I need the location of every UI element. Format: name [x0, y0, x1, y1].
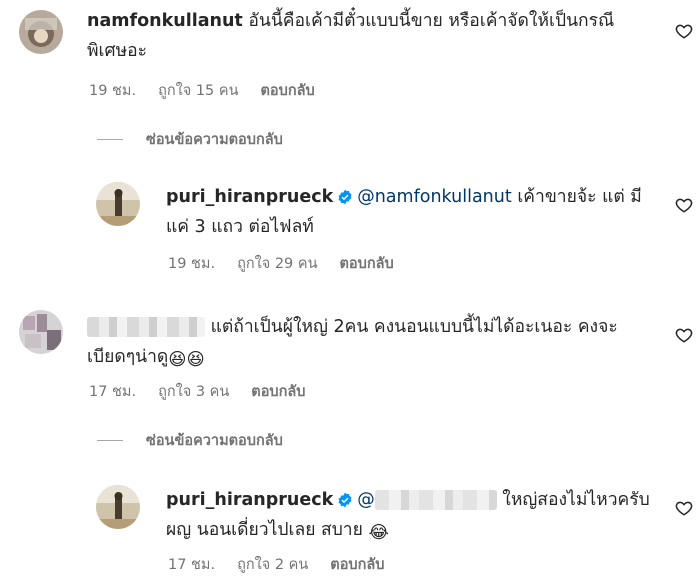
- heart-outline-icon[interactable]: [675, 22, 693, 40]
- reply-button[interactable]: ตอบกลับ: [261, 83, 315, 99]
- reply-time: 19 ชม.: [168, 256, 216, 272]
- reply-likes[interactable]: ถูกใจ 2 คน: [237, 557, 308, 573]
- reply-likes[interactable]: ถูกใจ 29 คน: [237, 256, 317, 272]
- reply-body: puri_hiranprueck @ ใหญ่สองไม่ไหวครับ ผญ น…: [166, 485, 671, 548]
- heart-outline-icon[interactable]: [675, 196, 693, 214]
- divider: [97, 440, 123, 441]
- comment-text: พิเศษอะ: [87, 41, 148, 61]
- verified-badge-icon: [338, 492, 352, 508]
- comment-username[interactable]: namfonkullanut: [87, 11, 243, 31]
- heart-outline-icon[interactable]: [675, 499, 693, 517]
- avatar[interactable]: [19, 10, 63, 54]
- heart-outline-icon[interactable]: [675, 326, 693, 344]
- reply-meta: 17 ชม. ถูกใจ 2 คน ตอบกลับ: [168, 553, 406, 576]
- blurred-mention: [374, 490, 497, 510]
- comment-text: อันนี้คือเค้ามีตั๋วแบบนี้ขาย หรือเค้าจัด…: [248, 11, 615, 31]
- hide-replies-button[interactable]: ซ่อนข้อความตอบกลับ: [97, 128, 283, 151]
- comment-body: namfonkullanut อันนี้คือเค้ามีตั๋วแบบนี้…: [87, 6, 647, 66]
- reply-username[interactable]: puri_hiranprueck: [166, 490, 333, 510]
- mention-link[interactable]: @namfonkullanut: [357, 187, 512, 207]
- divider: [97, 139, 123, 140]
- comment-text: เบียดๆน่าดู: [87, 347, 169, 367]
- comment-time: 19 ชม.: [89, 83, 137, 99]
- reply-text: แค่ 3 แถว ต่อไฟลท์: [166, 217, 314, 237]
- laughing-emoji: 😆😆: [168, 350, 205, 370]
- comment-text: แต่ถ้าเป็นผู้ใหญ่ 2คน คงนอนแบบนี้ไม่ได้อ…: [210, 317, 618, 337]
- comment-body: แต่ถ้าเป็นผู้ใหญ่ 2คน คงนอนแบบนี้ไม่ได้อ…: [87, 312, 647, 375]
- comment-likes[interactable]: ถูกใจ 15 คน: [158, 83, 238, 99]
- reply-text: ใหญ่สองไม่ไหวครับ: [502, 490, 650, 510]
- reply-button[interactable]: ตอบกลับ: [251, 384, 305, 400]
- comment-meta: 17 ชม. ถูกใจ 3 คน ตอบกลับ: [89, 380, 327, 403]
- blurred-username[interactable]: [87, 317, 205, 337]
- reply-text: ผญ นอนเดี่ยวไปเลย สบาย: [166, 520, 363, 540]
- avatar[interactable]: [19, 310, 63, 354]
- avatar[interactable]: [96, 485, 140, 529]
- comment-time: 17 ชม.: [89, 384, 137, 400]
- reply-username[interactable]: puri_hiranprueck: [166, 187, 333, 207]
- hide-replies-button[interactable]: ซ่อนข้อความตอบกลับ: [97, 429, 283, 452]
- reply-button[interactable]: ตอบกลับ: [340, 256, 394, 272]
- verified-badge-icon: [338, 189, 352, 205]
- mention-link[interactable]: @: [357, 490, 375, 510]
- reply-meta: 19 ชม. ถูกใจ 29 คน ตอบกลับ: [168, 252, 416, 275]
- reply-button[interactable]: ตอบกลับ: [330, 557, 384, 573]
- comment-meta: 19 ชม. ถูกใจ 15 คน ตอบกลับ: [89, 79, 337, 102]
- tears-of-joy-emoji: 😂: [368, 523, 389, 543]
- comment-likes[interactable]: ถูกใจ 3 คน: [158, 384, 229, 400]
- reply-time: 17 ชม.: [168, 557, 216, 573]
- reply-text: เค้าขายจ้ะ แต่ มี: [517, 187, 642, 207]
- reply-body: puri_hiranprueck @namfonkullanut เค้าขายจ…: [166, 182, 671, 242]
- avatar[interactable]: [96, 182, 140, 226]
